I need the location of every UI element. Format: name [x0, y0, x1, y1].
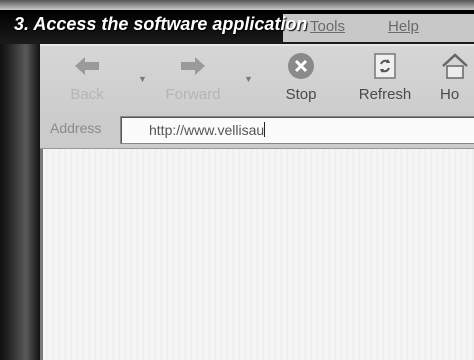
instruction-caption: 3. Access the software application — [14, 14, 308, 34]
stop-button[interactable]: Stop — [266, 52, 336, 103]
refresh-label: Refresh — [358, 86, 412, 103]
home-icon — [440, 52, 474, 80]
menu-help[interactable]: Help — [388, 18, 419, 35]
address-input[interactable]: http://www.vellisau — [120, 116, 474, 144]
monitor-bezel — [0, 0, 40, 360]
home-button[interactable]: Ho — [440, 52, 474, 103]
address-label: Address — [50, 120, 102, 136]
stop-label: Stop — [285, 86, 317, 103]
home-label: Ho — [440, 86, 460, 103]
menu-tools[interactable]: Tools — [310, 18, 345, 35]
right-arrow-icon — [158, 52, 228, 80]
forward-button[interactable]: Forward — [158, 52, 228, 103]
browser-toolbar: Back ▼ Forward ▼ Stop Refresh Ho — [40, 44, 474, 114]
stop-icon — [266, 52, 336, 80]
refresh-icon — [350, 52, 420, 80]
back-label: Back — [70, 86, 104, 103]
back-dropdown-icon[interactable]: ▼ — [138, 74, 147, 84]
forward-dropdown-icon[interactable]: ▼ — [244, 74, 253, 84]
page-content-area[interactable] — [40, 149, 474, 360]
address-value: http://www.vellisau — [149, 122, 265, 138]
left-arrow-icon — [52, 52, 122, 80]
forward-label: Forward — [165, 86, 221, 103]
address-bar: Address http://www.vellisau — [40, 112, 474, 149]
screen-top-edge — [0, 0, 474, 10]
text-cursor — [264, 122, 266, 137]
back-button[interactable]: Back — [52, 52, 122, 103]
refresh-button[interactable]: Refresh — [350, 52, 420, 103]
